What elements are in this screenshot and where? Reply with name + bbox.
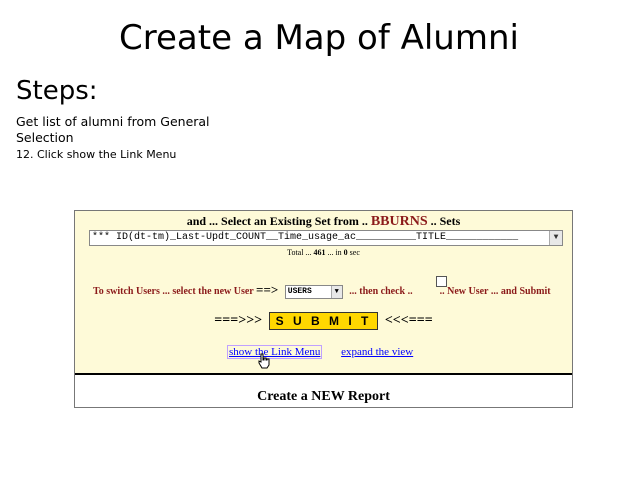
new-user-label: .. New User ... and Submit — [439, 286, 551, 297]
steps-heading: Steps: — [16, 76, 98, 106]
switch-user-row: To switch Users ... select the new User … — [93, 282, 551, 299]
switch-user-label: To switch Users ... select the new User — [93, 286, 254, 297]
total-prefix: Total ... — [287, 248, 312, 257]
submit-button[interactable]: S U B M I T — [268, 312, 379, 330]
user-select-value: USERS — [287, 286, 312, 296]
existing-set-select-value: *** ID(dt-tm)_Last-Updt_COUNT__Time_usag… — [92, 232, 519, 243]
submit-right-arrows: <<<=== — [384, 313, 433, 329]
expand-view-link[interactable]: expand the view — [341, 346, 413, 358]
user-select[interactable]: USERS ▼ — [284, 284, 343, 299]
switch-user-arrow: ==> — [256, 282, 279, 297]
set-header: and ... Select an Existing Set from .. B… — [75, 214, 572, 230]
slide-title: Create a Map of Alumni — [119, 18, 519, 58]
set-header-user: BBURNS — [370, 214, 428, 229]
step-text-line3: 12. Click show the Link Menu — [16, 148, 177, 161]
create-new-report-heading: Create a NEW Report — [257, 389, 390, 404]
links-row: show the Link Menu expand the view — [227, 345, 413, 359]
submit-row: ===>>> S U B M I T <<<=== — [75, 312, 572, 330]
total-suffix: sec — [349, 248, 360, 257]
then-check-label: ... then check .. — [349, 286, 413, 297]
total-time: 0 — [343, 248, 348, 257]
show-link-menu-link[interactable]: show the Link Menu — [227, 345, 323, 359]
total-summary: Total ... 461 ... in 0 sec — [75, 248, 572, 257]
existing-set-select[interactable]: *** ID(dt-tm)_Last-Updt_COUNT__Time_usag… — [89, 230, 563, 246]
section-divider — [75, 373, 572, 375]
total-count: 461 — [313, 248, 326, 257]
set-header-prefix: and ... Select an Existing Set from .. — [186, 214, 368, 228]
submit-left-arrows: ===>>> — [214, 313, 263, 329]
total-mid: ... in — [327, 248, 342, 257]
step-text-line2: Selection — [16, 130, 74, 145]
chevron-down-icon[interactable]: ▼ — [549, 231, 562, 245]
embedded-screenshot: and ... Select an Existing Set from .. B… — [74, 210, 573, 408]
new-user-checkbox[interactable] — [436, 276, 447, 287]
chevron-down-icon[interactable]: ▼ — [330, 285, 342, 298]
hand-pointer-icon — [258, 353, 270, 369]
set-header-suffix: .. Sets — [430, 214, 461, 228]
step-text-line1: Get list of alumni from General — [16, 114, 210, 129]
